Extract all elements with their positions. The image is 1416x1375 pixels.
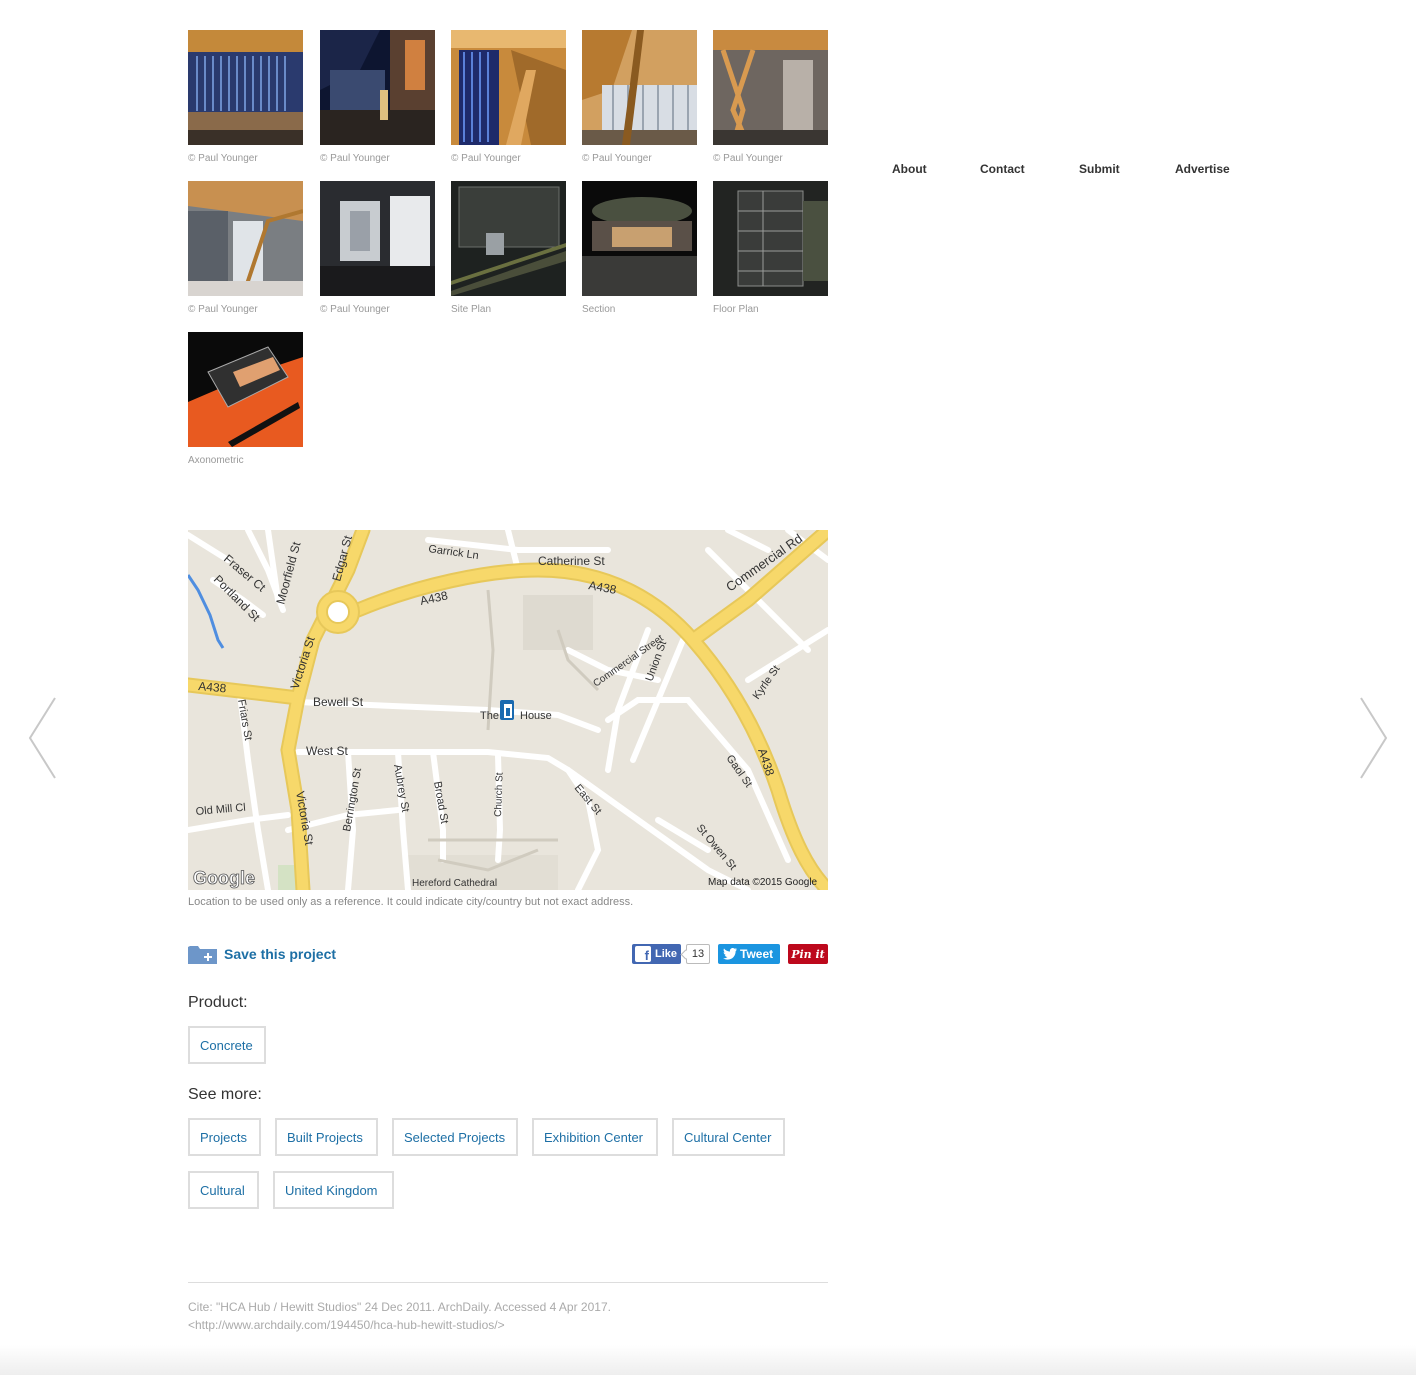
save-project-label: Save this project <box>224 946 337 962</box>
previous-arrow-icon[interactable] <box>28 696 58 780</box>
gallery-item[interactable]: © Paul Younger <box>320 181 435 315</box>
tweet-label: Tweet <box>740 947 774 961</box>
see-more-tag[interactable]: Built Projects <box>275 1118 378 1156</box>
gallery-caption: Axonometric <box>188 455 244 466</box>
gallery-caption: © Paul Younger <box>188 153 258 164</box>
product-heading: Product: <box>188 994 248 1011</box>
see-more-tag[interactable]: Cultural <box>188 1171 259 1209</box>
gallery-thumbnail[interactable] <box>188 30 303 145</box>
facebook-like-button[interactable]: f Like <box>632 944 681 964</box>
gallery-thumbnail[interactable] <box>188 332 303 447</box>
facebook-like-count: 13 <box>686 944 710 964</box>
gallery-item[interactable]: © Paul Younger <box>188 30 303 164</box>
gallery-item[interactable]: © Paul Younger <box>713 30 828 164</box>
gallery-thumbnail[interactable] <box>713 30 828 145</box>
gallery-caption: Site Plan <box>451 304 492 315</box>
google-logo: Google <box>193 868 255 888</box>
see-more-tag[interactable]: United Kingdom <box>273 1171 394 1209</box>
map-marker-icon <box>500 700 514 720</box>
gallery-caption: © Paul Younger <box>451 153 521 164</box>
next-arrow-icon[interactable] <box>1358 696 1388 780</box>
nav-submit[interactable]: Submit <box>1079 162 1120 176</box>
footer-divider <box>188 1282 828 1283</box>
top-nav: About Contact Submit Advertise <box>880 162 1260 178</box>
gallery-item[interactable]: © Paul Younger <box>188 181 303 315</box>
gallery-thumbnail[interactable] <box>451 30 566 145</box>
see-more-tag[interactable]: Projects <box>188 1118 261 1156</box>
citation-line: Cite: "HCA Hub / Hewitt Studios" 24 Dec … <box>188 1300 611 1314</box>
gallery-thumbnail[interactable] <box>582 181 697 296</box>
facebook-like-label: Like <box>655 948 678 960</box>
gallery-caption: Floor Plan <box>713 304 759 315</box>
save-project-button[interactable]: Save this project <box>188 943 336 965</box>
facebook-icon: f <box>635 946 651 962</box>
citation: Cite: "HCA Hub / Hewitt Studios" 24 Dec … <box>188 1298 611 1334</box>
map-label: Hereford Cathedral <box>412 878 497 889</box>
gallery-caption: © Paul Younger <box>320 304 390 315</box>
citation-url[interactable]: <http://www.archdaily.com/194450/hca-hub… <box>188 1316 611 1334</box>
map-note: Location to be used only as a reference.… <box>188 896 634 908</box>
gallery-caption: © Paul Younger <box>188 304 258 315</box>
gallery-thumbnail[interactable] <box>320 181 435 296</box>
see-more-tag[interactable]: Selected Projects <box>392 1118 518 1156</box>
gallery-item[interactable]: © Paul Younger <box>451 30 566 164</box>
map-label: Bewell St <box>313 695 364 709</box>
map-label: West St <box>306 744 348 758</box>
nav-advertise[interactable]: Advertise <box>1175 162 1230 176</box>
map-attribution: Map data ©2015 Google <box>708 877 818 888</box>
gallery-item[interactable]: Axonometric <box>188 332 303 466</box>
see-more-tag[interactable]: Exhibition Center <box>532 1118 658 1156</box>
gallery-item[interactable]: Floor Plan <box>713 181 828 315</box>
gallery-thumbnail[interactable] <box>320 30 435 145</box>
nav-about[interactable]: About <box>892 162 927 176</box>
product-tag[interactable]: Concrete <box>188 1026 266 1064</box>
page-bottom-fade <box>0 1345 1416 1375</box>
gallery-caption: © Paul Younger <box>582 153 652 164</box>
map-label: Church St <box>493 772 506 817</box>
map-label: Catherine St <box>538 554 605 568</box>
see-more-heading: See more: <box>188 1086 262 1103</box>
folder-add-icon <box>188 946 217 964</box>
location-map[interactable]: Fraser Ct Moorfield St Edgar St Portland… <box>188 530 828 890</box>
gallery-thumbnail[interactable] <box>582 30 697 145</box>
pinterest-button[interactable]: Pin it <box>788 944 828 964</box>
gallery-thumbnail[interactable] <box>451 181 566 296</box>
gallery-item[interactable]: Site Plan <box>451 181 566 315</box>
gallery-item[interactable]: © Paul Younger <box>582 30 697 164</box>
tweet-button[interactable]: Tweet <box>718 944 780 964</box>
gallery-thumbnail[interactable] <box>713 181 828 296</box>
gallery-caption: © Paul Younger <box>713 153 783 164</box>
see-more-tag[interactable]: Cultural Center <box>672 1118 785 1156</box>
gallery-item[interactable]: Section <box>582 181 697 315</box>
map-label: House <box>520 710 552 722</box>
map-label: The <box>480 710 499 722</box>
gallery-thumbnail[interactable] <box>188 181 303 296</box>
gallery-caption: © Paul Younger <box>320 153 390 164</box>
gallery-item[interactable]: © Paul Younger <box>320 30 435 164</box>
map-label: A438 <box>198 679 227 695</box>
gallery-caption: Section <box>582 304 616 315</box>
twitter-bird-icon <box>723 948 737 960</box>
nav-contact[interactable]: Contact <box>980 162 1025 176</box>
